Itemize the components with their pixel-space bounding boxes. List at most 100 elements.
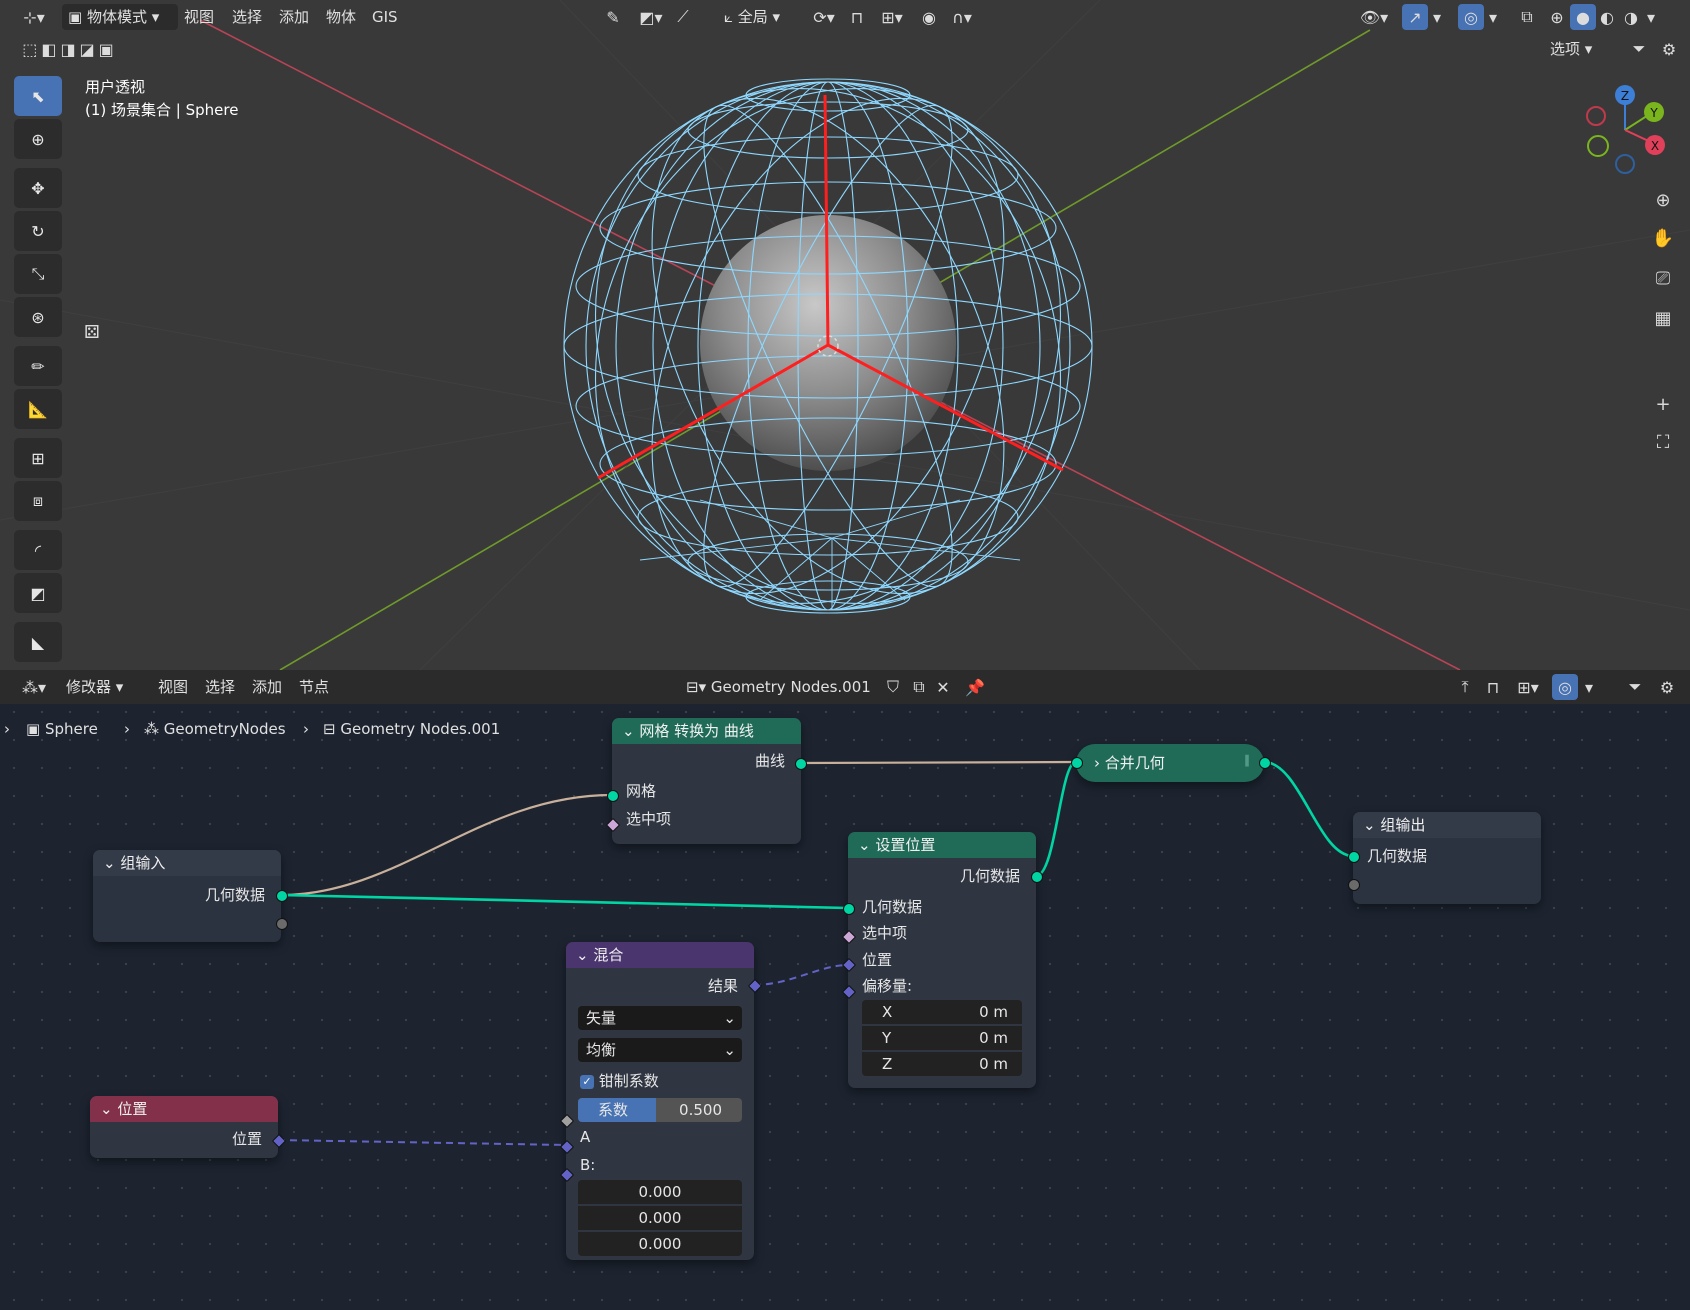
socket-join-out[interactable] <box>1259 757 1271 769</box>
socket-join-in[interactable] <box>1071 757 1083 769</box>
b-y-field[interactable]: 0.000 <box>578 1206 742 1230</box>
wireframe-shading-icon[interactable]: ⊕ <box>1544 4 1570 30</box>
editor-type-icon[interactable]: ⊹▾ <box>16 4 52 30</box>
collapse-chevron-icon[interactable]: ⌄ <box>576 946 593 964</box>
grease-icon: ◣ <box>31 632 45 652</box>
offset-y-field[interactable]: Y 0 m <box>862 1026 1022 1050</box>
options-dropdown[interactable]: 选项 ▾ <box>1544 36 1598 62</box>
zoom-icon[interactable]: ⊕ <box>1647 184 1679 216</box>
proportional-edit-icon[interactable]: ◉ <box>916 4 942 30</box>
plus-icon[interactable]: + <box>1647 388 1679 420</box>
image-tool[interactable]: ◩ <box>14 573 62 613</box>
expand-chevron-icon[interactable]: › <box>1094 754 1105 772</box>
b-x-field[interactable]: 0.000 <box>578 1180 742 1204</box>
offset-x-field[interactable]: X 0 m <box>862 1000 1022 1024</box>
overlay-dropdown-icon[interactable]: ▾ <box>1484 4 1502 30</box>
collapse-chevron-icon[interactable]: ⌄ <box>622 722 639 740</box>
3d-viewport[interactable]: ⊹▾ ▣ 物体模式 ▾ 视图 选择 添加 物体 GIS ✎ ◩▾ ⟋ ⟀ 全局 … <box>0 0 1690 670</box>
node-header[interactable]: ⌄ 网格 转换为 曲线 <box>612 718 801 744</box>
menu-gis[interactable]: GIS <box>366 4 404 30</box>
offset-z-field[interactable]: Z 0 m <box>862 1052 1022 1076</box>
node-header[interactable]: ⌄ 位置 <box>90 1096 278 1122</box>
paint-mode-icon[interactable]: ◩▾ <box>634 4 668 30</box>
snap-target-icon[interactable]: ⊞▾ <box>872 4 912 30</box>
gizmo-dropdown-icon[interactable]: ▾ <box>1428 4 1446 30</box>
hand-pan-icon[interactable]: ✋ <box>1647 222 1679 254</box>
node-header[interactable]: ⌄ 组输入 <box>93 850 281 876</box>
frame-selected-icon[interactable]: ⛶ <box>1647 426 1679 458</box>
rotate-tool[interactable]: ↻ <box>14 211 62 251</box>
rendered-shading-icon[interactable]: ◑ <box>1618 4 1644 30</box>
falloff-icon[interactable]: ∩▾ <box>944 4 980 30</box>
menu-view[interactable]: 视图 <box>178 4 220 30</box>
node-title: 混合 <box>593 946 624 964</box>
socket-setpos-geometry-out[interactable] <box>1031 871 1043 883</box>
menu-add[interactable]: 添加 <box>273 4 315 30</box>
navigation-gizmo[interactable]: Z Y X <box>1575 80 1675 180</box>
overlay-icon[interactable]: ◎ <box>1458 4 1484 30</box>
add-cube-tool[interactable]: ⊞ <box>14 438 62 478</box>
solid-shading-icon[interactable]: ● <box>1570 4 1596 30</box>
factor-slider[interactable]: 系数 0.500 <box>578 1098 742 1122</box>
checkbox-checked-icon[interactable]: ✓ <box>580 1074 594 1089</box>
node-set-position[interactable]: ⌄ 设置位置 几何数据 几何数据 选中项 位置 偏移量: X 0 m Y 0 m… <box>848 832 1036 1088</box>
pivot-icon[interactable]: ⟳▾ <box>806 4 842 30</box>
node-header[interactable]: ⌄ 设置位置 <box>848 832 1036 858</box>
socket-input-empty[interactable] <box>276 918 288 930</box>
socket-input-geometry-out[interactable] <box>276 890 288 902</box>
extrude-tool[interactable]: ⧈ <box>14 481 62 521</box>
material-shading-icon[interactable]: ◐ <box>1594 4 1620 30</box>
filter-icon[interactable]: ⏷ <box>1626 36 1652 62</box>
node-header[interactable]: ⌄ 混合 <box>566 942 754 968</box>
socket-output-empty[interactable] <box>1348 879 1360 891</box>
camera-icon[interactable]: ⎚ <box>1647 262 1679 294</box>
selection-mode-icons[interactable]: ⬚◧◨◪▣ <box>14 36 126 62</box>
transform-orientation[interactable]: ⟀ 全局 ▾ <box>718 4 802 30</box>
scale-tool[interactable]: ⤡ <box>14 254 62 294</box>
move-tool[interactable]: ✥ <box>14 168 62 208</box>
collapse-chevron-icon[interactable]: ⌄ <box>100 1100 117 1118</box>
collapse-chevron-icon[interactable]: ⌄ <box>858 836 875 854</box>
curve-tool[interactable]: ◜ <box>14 530 62 570</box>
menu-object[interactable]: 物体 <box>320 4 362 30</box>
xray-icon[interactable]: ⧉ <box>1514 4 1540 30</box>
mode-selector[interactable]: ▣ 物体模式 ▾ <box>62 4 178 30</box>
gizmo-icon[interactable]: ↗ <box>1402 4 1428 30</box>
clamp-factor-row[interactable]: ✓ 钳制系数 <box>580 1070 659 1092</box>
node-mix[interactable]: ⌄ 混合 结果 矢量 ⌄ 均衡 ⌄ ✓ 钳制系数 系数 0.500 A B: 0.0… <box>566 942 754 1260</box>
socket-mesh-in[interactable] <box>607 790 619 802</box>
data-type-dropdown[interactable]: 矢量 ⌄ <box>578 1006 742 1030</box>
node-position[interactable]: ⌄ 位置 位置 <box>90 1096 278 1158</box>
transform-tool[interactable]: ⊛ <box>14 297 62 337</box>
collapse-chevron-icon[interactable]: ⌄ <box>1363 816 1380 834</box>
curve-icon: ◜ <box>34 540 42 560</box>
dice-icon[interactable]: ⚄ <box>84 322 106 344</box>
grease-tool[interactable]: ◣ <box>14 622 62 662</box>
menu-select[interactable]: 选择 <box>226 4 268 30</box>
grid-perspective-icon[interactable]: ▦ <box>1647 302 1679 334</box>
link-setpos-to-join <box>1035 760 1077 878</box>
snap-magnet-icon[interactable]: ⊓ <box>844 4 870 30</box>
measure-tool[interactable]: 📐 <box>14 389 62 429</box>
socket-curve-out[interactable] <box>795 758 807 770</box>
shading-dropdown-icon[interactable]: ▾ <box>1642 4 1660 30</box>
socket-output-geometry-in[interactable] <box>1348 851 1360 863</box>
b-z-field[interactable]: 0.000 <box>578 1232 742 1256</box>
cursor-tool[interactable]: ⊕ <box>14 119 62 159</box>
socket-setpos-geometry-in[interactable] <box>843 903 855 915</box>
node-mesh-to-curve[interactable]: ⌄ 网格 转换为 曲线 曲线 网格 选中项 <box>612 718 801 844</box>
settings-gear-icon[interactable]: ⚙ <box>1656 36 1682 62</box>
eyedropper-icon[interactable]: ✎ <box>600 4 626 30</box>
node-group-output[interactable]: ⌄ 组输出 几何数据 <box>1353 812 1541 904</box>
mode-dropdown[interactable]: 均衡 ⌄ <box>578 1038 742 1062</box>
select-box-tool[interactable]: ⬉ <box>14 76 62 116</box>
collapse-chevron-icon[interactable]: ⌄ <box>103 854 120 872</box>
visibility-icon[interactable]: 👁▾ <box>1354 4 1394 30</box>
node-editor[interactable]: ⁂▾ 修改器 ▾ 视图 选择 添加 节点 ⊟▾ Geometry Nodes.0… <box>0 670 1690 1310</box>
node-group-input[interactable]: ⌄ 组输入 几何数据 <box>93 850 281 942</box>
node-header[interactable]: ⌄ 组输出 <box>1353 812 1541 838</box>
annotate-tool[interactable]: ✏ <box>14 346 62 386</box>
node-join-geometry[interactable]: › 合并几何 ∥ <box>1076 744 1264 782</box>
ruler-icon[interactable]: ⟋ <box>670 4 696 30</box>
input-selection-label: 选中项 <box>862 924 908 942</box>
